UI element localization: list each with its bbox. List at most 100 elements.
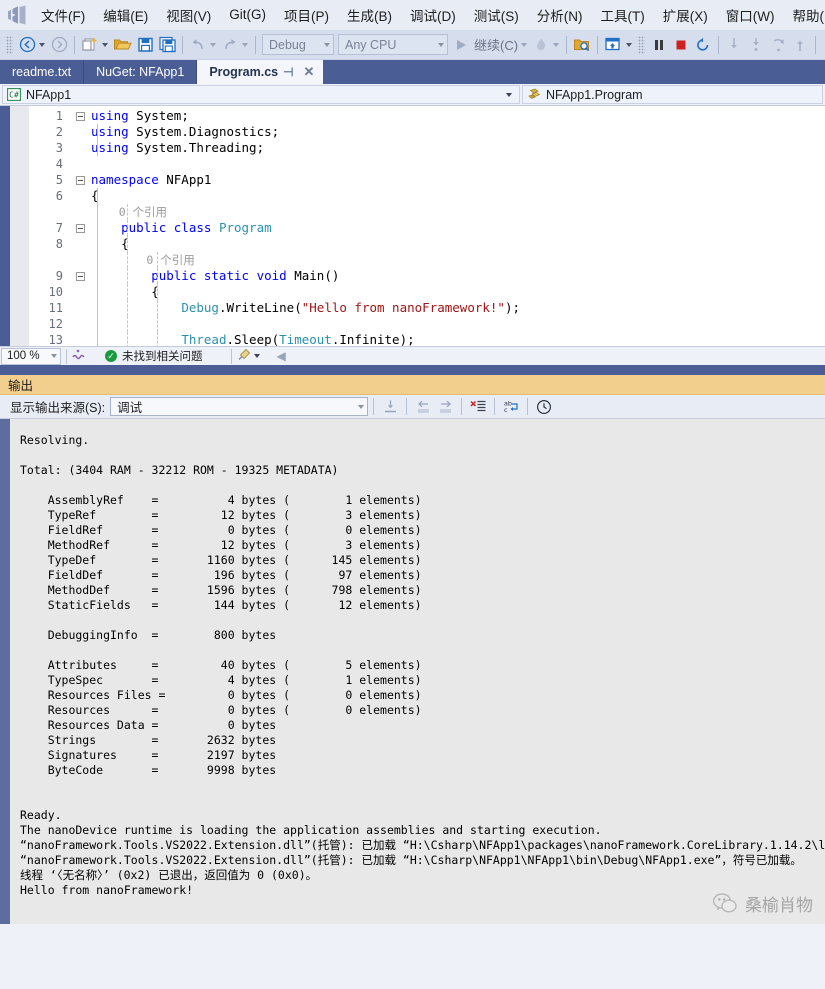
code-editor[interactable]: 1 using System; 2 using System.Diagnostics;… — [0, 106, 825, 346]
new-item-dropdown[interactable] — [102, 42, 108, 47]
step-over-icon[interactable] — [745, 33, 767, 57]
scroll-left-icon[interactable]: ◀ — [277, 349, 286, 363]
solution-platform-combo[interactable]: Any CPU — [338, 34, 448, 55]
close-icon[interactable]: ✕ — [299, 64, 320, 80]
code-line: 11 Debug.WriteLine("Hello from nanoFrame… — [29, 300, 825, 316]
code-token: System.Threading; — [128, 140, 265, 155]
document-tab-0[interactable]: readme.txt — [0, 60, 85, 84]
clear-all-button[interactable] — [467, 397, 489, 417]
restart-icon[interactable] — [692, 33, 714, 57]
menu-item-7[interactable]: 测试(S) — [465, 1, 528, 29]
code-line: 1 using System; — [29, 108, 825, 124]
watermark: 桑榆肖物 — [712, 890, 813, 916]
output-source-combo[interactable]: 调试 — [110, 397, 369, 416]
undo-icon[interactable] — [187, 33, 209, 57]
hot-reload-dropdown[interactable] — [553, 42, 560, 47]
outlining-guide — [97, 300, 98, 316]
outlining-toggle[interactable] — [69, 223, 91, 233]
code-token: Program — [218, 220, 272, 235]
solution-configuration-combo[interactable]: Debug — [262, 34, 334, 55]
document-tab-2[interactable]: Program.cs ⊣ ✕ — [197, 60, 324, 84]
chevron-down-icon — [506, 92, 512, 97]
indent-guide — [157, 268, 158, 284]
new-item-icon[interactable] — [79, 33, 101, 57]
menu-item-8[interactable]: 分析(N) — [528, 1, 592, 29]
hot-reload-icon[interactable] — [530, 33, 552, 57]
menu-item-6[interactable]: 调试(D) — [401, 1, 465, 29]
menu-item-9[interactable]: 工具(T) — [592, 1, 654, 29]
redo-icon[interactable] — [219, 33, 241, 57]
line-number: 13 — [48, 333, 63, 346]
outlining-toggle[interactable] — [69, 175, 91, 185]
menu-item-1[interactable]: 编辑(E) — [94, 1, 157, 29]
toolbar-grip[interactable] — [638, 35, 646, 54]
code-line-text: { — [91, 188, 825, 204]
member-dropdown[interactable]: NFApp1.Program — [522, 85, 823, 104]
open-file-icon[interactable] — [111, 33, 134, 57]
next-message-button[interactable] — [434, 397, 456, 417]
output-panel-body[interactable]: Resolving. Total: (3404 RAM - 32212 ROM … — [0, 419, 825, 924]
navigate-back-dropdown[interactable] — [39, 42, 45, 47]
save-icon[interactable] — [134, 33, 156, 57]
step-out-icon[interactable] — [767, 33, 789, 57]
issues-status[interactable]: ✓ 未找到相关问题 — [105, 348, 203, 364]
menu-item-10[interactable]: 扩展(X) — [654, 1, 717, 29]
project-dropdown[interactable]: C# NFApp1 — [2, 85, 520, 104]
pin-icon[interactable]: ⊣ — [278, 65, 298, 79]
window-layout-icon[interactable] — [602, 33, 625, 57]
window-layout-dropdown[interactable] — [626, 42, 633, 47]
menu-bar: 文件(F) 编辑(E) 视图(V) Git(G) 项目(P) 生成(B) 调试(D) 测试(S… — [0, 0, 825, 30]
outlining-guide — [97, 188, 98, 204]
toolbar-separator — [815, 35, 817, 54]
class-icon — [526, 88, 542, 102]
menu-item-0[interactable]: 文件(F) — [32, 1, 94, 29]
continue-label: 继续(C) — [474, 38, 519, 53]
continue-button[interactable] — [450, 33, 472, 57]
code-token: "Hello from nanoFramework!" — [301, 300, 505, 315]
menu-items: 文件(F) 编辑(E) 视图(V) Git(G) 项目(P) 生成(B) 调试(D) 测试(S… — [32, 1, 825, 29]
toolbar-separator — [494, 398, 496, 415]
stop-icon[interactable] — [670, 33, 692, 57]
output-source-label: 显示输出来源(S): — [10, 401, 106, 415]
toolbar-grip[interactable] — [6, 35, 13, 54]
code-text-area[interactable]: 1 using System; 2 using System.Diagnostics;… — [29, 106, 825, 346]
toolbar-separator — [461, 398, 463, 415]
toggle-word-wrap-button[interactable]: ab c — [500, 397, 522, 417]
menu-item-12[interactable]: 帮助(H) — [783, 1, 825, 29]
code-cleanup-dropdown[interactable] — [253, 354, 260, 358]
spell-check-icon[interactable] — [72, 348, 87, 364]
line-number: 4 — [55, 157, 63, 171]
outlining-toggle[interactable] — [69, 111, 91, 121]
code-line: 0 个引用 — [29, 252, 825, 268]
show-next-statement-icon[interactable] — [789, 33, 811, 57]
menu-item-11[interactable]: 窗口(W) — [717, 1, 784, 29]
watermark-text: 桑榆肖物 — [745, 895, 813, 915]
navigate-back-icon[interactable] — [16, 33, 38, 57]
zoom-level-combo[interactable]: 100 % — [1, 347, 61, 365]
attach-to-process-icon[interactable] — [571, 33, 593, 57]
output-panel-title: 输出 — [0, 375, 825, 395]
redo-dropdown[interactable] — [242, 42, 248, 47]
step-into-icon[interactable] — [723, 33, 745, 57]
undo-dropdown[interactable] — [210, 42, 216, 47]
code-cleanup-icon[interactable] — [237, 348, 253, 364]
menu-item-2[interactable]: 视图(V) — [157, 1, 220, 29]
menu-item-4[interactable]: 项目(P) — [275, 1, 338, 29]
code-token: Main — [294, 268, 325, 283]
indent-guide — [157, 316, 158, 332]
code-line: 7 public class Program — [29, 220, 825, 236]
navigate-forward-icon[interactable] — [48, 33, 70, 57]
find-message-button[interactable] — [379, 397, 401, 417]
project-name: NFApp1 — [26, 87, 72, 102]
pause-icon[interactable] — [648, 33, 670, 57]
menu-item-3[interactable]: Git(G) — [220, 3, 275, 26]
document-tab-1[interactable]: NuGet: NFApp1 — [84, 60, 198, 84]
menu-item-5[interactable]: 生成(B) — [338, 1, 401, 29]
continue-dropdown[interactable] — [521, 42, 528, 47]
save-all-icon[interactable] — [156, 33, 178, 57]
toggle-timestamp-button[interactable] — [533, 397, 555, 417]
previous-message-button[interactable] — [412, 397, 434, 417]
outlining-toggle[interactable] — [69, 271, 91, 281]
code-token: 0 个引用 — [91, 205, 168, 219]
code-token: .WriteLine( — [218, 300, 302, 315]
